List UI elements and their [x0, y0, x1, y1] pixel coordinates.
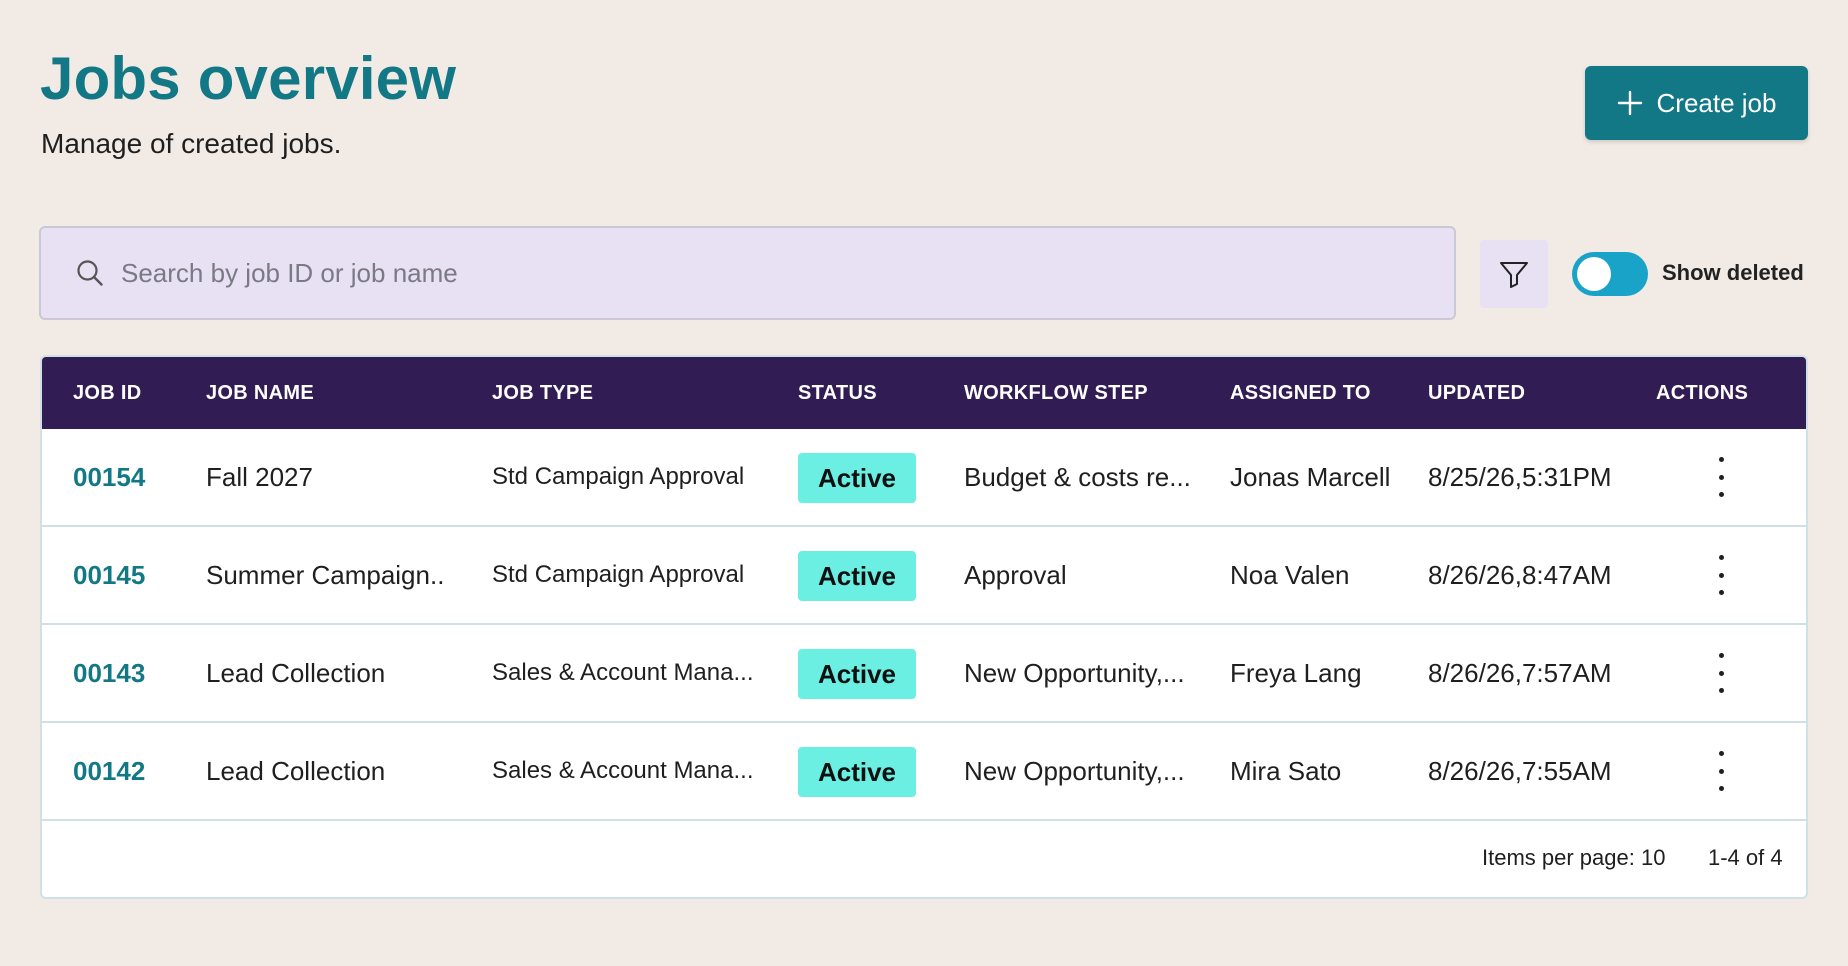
status-badge: Active [798, 649, 916, 699]
updated-at: 8/26/26,8:47AM [1428, 560, 1612, 590]
job-id-link[interactable]: 00154 [73, 429, 145, 525]
filter-button[interactable] [1480, 240, 1548, 308]
column-header-actions: ACTIONS [1656, 382, 1749, 404]
filter-icon [1498, 258, 1530, 290]
column-header-updated[interactable]: UPDATED [1428, 357, 1525, 429]
updated-at: 8/26/26,7:55AM [1428, 756, 1612, 786]
job-type: Sales & Account Mana... [492, 757, 754, 784]
job-name: Lead Collection [206, 756, 386, 786]
items-per-page[interactable]: Items per page: 10 [1482, 845, 1665, 871]
workflow-step: New Opportunity,... [964, 756, 1185, 786]
workflow-step: Approval [964, 560, 1067, 590]
table-row[interactable]: 00145 Summer Campaign.. Std Campaign App… [42, 527, 1806, 625]
column-header-status[interactable]: STATUS [798, 357, 877, 429]
toggle-knob [1577, 257, 1611, 291]
show-deleted-label: Show deleted [1662, 260, 1804, 285]
page-subtitle: Manage of created jobs. [41, 128, 342, 159]
search-input[interactable] [119, 256, 1423, 290]
table-row[interactable]: 00154 Fall 2027 Std Campaign Approval Ac… [42, 429, 1806, 527]
more-actions-icon[interactable] [1709, 751, 1733, 791]
workflow-step: New Opportunity,... [964, 658, 1185, 688]
job-id-link[interactable]: 00145 [73, 527, 145, 623]
page-range: 1-4 of 4 [1708, 845, 1783, 870]
assigned-to: Jonas Marcell [1230, 462, 1391, 492]
job-id-link[interactable]: 00142 [73, 723, 145, 819]
page-title: Jobs overview [40, 45, 457, 112]
show-deleted-toggle[interactable] [1572, 252, 1648, 296]
updated-at: 8/25/26,5:31PM [1428, 462, 1612, 492]
assigned-to: Mira Sato [1230, 756, 1342, 786]
job-type: Std Campaign Approval [492, 561, 745, 588]
more-actions-icon[interactable] [1709, 653, 1733, 693]
updated-at: 8/26/26,7:57AM [1428, 658, 1612, 688]
job-id-link[interactable]: 00143 [73, 625, 145, 721]
workflow-step: Budget & costs re... [964, 462, 1191, 492]
create-job-button[interactable]: Create job [1585, 66, 1808, 140]
job-type: Sales & Account Mana... [492, 659, 754, 686]
table-row[interactable]: 00142 Lead Collection Sales & Account Ma… [42, 723, 1806, 821]
job-name: Lead Collection [206, 658, 386, 688]
column-header-assigned-to[interactable]: ASSIGNED TO [1230, 357, 1371, 429]
column-header-workflow-step[interactable]: WORKFLOW STEP [964, 357, 1148, 429]
search-box[interactable] [39, 226, 1456, 320]
job-name: Fall 2027 [206, 462, 313, 492]
status-badge: Active [798, 551, 916, 601]
search-icon [75, 258, 105, 288]
status-badge: Active [798, 747, 916, 797]
table-pagination: Items per page: 10 1-4 of 4 [42, 821, 1806, 897]
job-type: Std Campaign Approval [492, 463, 745, 490]
column-header-job-name[interactable]: JOB NAME [206, 357, 314, 429]
create-job-label: Create job [1656, 87, 1777, 118]
jobs-table: JOB ID JOB NAME JOB TYPE STATUS WORKFLOW… [40, 355, 1808, 899]
column-header-job-id[interactable]: JOB ID [73, 357, 141, 429]
table-row[interactable]: 00143 Lead Collection Sales & Account Ma… [42, 625, 1806, 723]
more-actions-icon[interactable] [1709, 555, 1733, 595]
assigned-to: Freya Lang [1230, 658, 1362, 688]
more-actions-icon[interactable] [1709, 457, 1733, 497]
column-header-job-type[interactable]: JOB TYPE [492, 357, 593, 429]
job-name: Summer Campaign.. [206, 560, 445, 590]
status-badge: Active [798, 453, 916, 503]
plus-icon [1617, 90, 1643, 116]
table-header: JOB ID JOB NAME JOB TYPE STATUS WORKFLOW… [42, 357, 1806, 429]
assigned-to: Noa Valen [1230, 560, 1350, 590]
